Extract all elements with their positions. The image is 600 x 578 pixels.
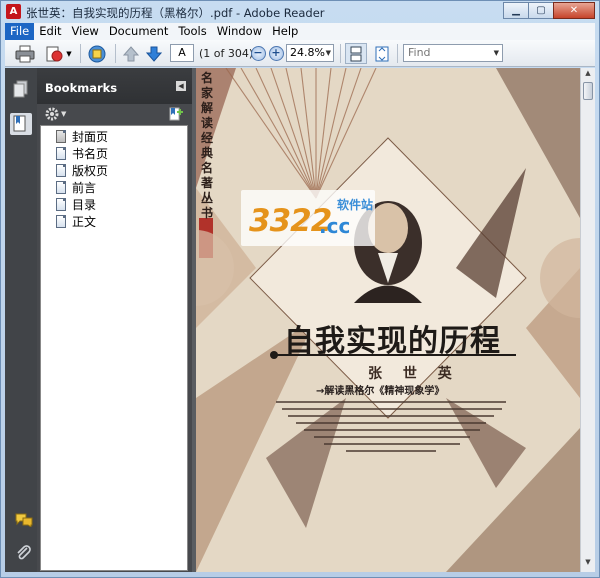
maximize-button[interactable]: ▢ xyxy=(528,2,554,19)
next-page-button[interactable] xyxy=(144,43,164,64)
previous-page-button[interactable] xyxy=(121,43,141,64)
app-window: A 张世英：自我实现的历程（黑格尔）.pdf - Adobe Reader ▁ … xyxy=(0,0,600,578)
bookmarks-toolbar: ▼ xyxy=(37,104,192,126)
window-controls: ▁ ▢ ✕ xyxy=(503,2,595,19)
gear-icon xyxy=(45,107,59,121)
print-button[interactable] xyxy=(13,43,37,64)
bookmark-item[interactable]: 正文 xyxy=(56,213,96,230)
watermark-site-name: 软件站 xyxy=(337,198,374,212)
adobe-reader-icon: A xyxy=(6,4,21,19)
bookmark-item[interactable]: 封面页 xyxy=(56,128,108,145)
close-icon: ✕ xyxy=(569,5,579,16)
share-dropdown-icon: ▼ xyxy=(66,49,72,58)
zoom-select[interactable]: 24.8% ▼ xyxy=(286,44,334,62)
navigation-strip xyxy=(5,68,37,572)
document-view[interactable]: 名家解读经典名著丛书 3322 .cc 软件站 自我实现的历程 张 世 英 →解… xyxy=(196,68,580,572)
pages-panel-button[interactable] xyxy=(13,80,29,98)
fit-window-button[interactable] xyxy=(372,43,392,64)
new-bookmark-icon xyxy=(169,107,183,121)
bookmark-label: 目录 xyxy=(72,198,97,212)
collaborate-icon xyxy=(88,45,106,62)
cover-series: 名家解读经典名著丛书 xyxy=(201,71,214,220)
bookmark-item[interactable]: 前言 xyxy=(56,179,96,196)
bookmarks-panel-button[interactable] xyxy=(10,113,32,135)
scrollbar-thumb[interactable] xyxy=(583,82,593,100)
bookmark-label: 版权页 xyxy=(72,164,109,178)
title-bar: A 张世英：自我实现的历程（黑格尔）.pdf - Adobe Reader ▁ … xyxy=(1,1,599,23)
bookmark-page-icon xyxy=(56,215,66,228)
menu-tools[interactable]: Tools xyxy=(173,23,211,40)
bookmark-options-button[interactable]: ▼ xyxy=(45,107,66,121)
bookmark-label: 书名页 xyxy=(72,147,109,161)
cover-subtitle: →解读黑格尔《精神现象学》 xyxy=(316,386,445,397)
bookmark-item[interactable]: 书名页 xyxy=(56,145,108,162)
minimize-button[interactable]: ▁ xyxy=(503,2,529,19)
bookmark-label: 前言 xyxy=(72,181,97,195)
arrow-up-icon xyxy=(123,45,139,61)
menu-file[interactable]: File xyxy=(5,23,35,40)
chevron-left-icon: ◀ xyxy=(178,82,184,90)
scroll-down-icon[interactable]: ▼ xyxy=(583,558,593,570)
chevron-down-icon: ▼ xyxy=(325,49,331,57)
fit-window-icon xyxy=(375,46,389,61)
pages-icon xyxy=(13,80,28,98)
bookmark-page-icon xyxy=(56,130,66,143)
new-bookmark-button[interactable] xyxy=(168,106,184,125)
menu-view[interactable]: View xyxy=(67,23,104,40)
zoom-out-icon: − xyxy=(250,46,266,61)
zoom-in-icon: + xyxy=(268,46,284,61)
bookmark-item[interactable]: 版权页 xyxy=(56,162,108,179)
cover-author: 张 世 英 xyxy=(368,366,460,382)
menu-window[interactable]: Window xyxy=(212,23,267,40)
find-dropdown-icon: ▼ xyxy=(493,49,499,57)
window-title: 张世英：自我实现的历程（黑格尔）.pdf - Adobe Reader xyxy=(26,6,325,20)
arrow-down-icon xyxy=(146,46,162,62)
bookmark-label: 正文 xyxy=(72,215,97,229)
bookmark-page-icon xyxy=(56,181,66,194)
share-icon xyxy=(46,46,63,61)
zoom-value: 24.8% xyxy=(290,46,325,59)
comment-icon xyxy=(15,513,33,528)
bookmarks-list: 封面页 书名页 版权页 前言 目录 正文 xyxy=(40,125,188,571)
zoom-in-button[interactable]: + xyxy=(268,43,284,64)
minimize-icon: ▁ xyxy=(512,5,520,16)
comments-panel-button[interactable] xyxy=(15,513,33,528)
print-icon xyxy=(15,45,35,62)
bookmark-label: 封面页 xyxy=(72,130,109,144)
share-button[interactable]: ▼ xyxy=(43,43,73,64)
maximize-icon: ▢ xyxy=(536,5,546,16)
bookmark-page-icon xyxy=(56,164,66,177)
scroll-mode-icon xyxy=(350,46,362,61)
find-input[interactable]: Find ▼ xyxy=(403,44,503,62)
menu-edit[interactable]: Edit xyxy=(34,23,66,40)
bookmark-panel-icon xyxy=(13,115,26,132)
menu-help[interactable]: Help xyxy=(267,23,303,40)
find-placeholder: Find xyxy=(408,46,431,59)
menu-bar: File Edit View Document Tools Window Hel… xyxy=(5,23,595,40)
options-dropdown-icon: ▼ xyxy=(61,110,67,118)
attachments-panel-button[interactable] xyxy=(15,545,33,560)
watermark-domain: .cc xyxy=(319,214,351,238)
zoom-out-button[interactable]: − xyxy=(250,43,266,64)
page-number-input[interactable]: A xyxy=(170,44,194,62)
paperclip-icon xyxy=(17,545,31,560)
menu-document[interactable]: Document xyxy=(104,23,174,40)
bookmarks-panel: Bookmarks ◀ ▼ 封面页 书名页 版权页 前言 目录 正文 xyxy=(37,68,192,572)
bookmark-item[interactable]: 目录 xyxy=(56,196,96,213)
scroll-up-icon[interactable]: ▲ xyxy=(583,69,593,81)
page-count: (1 of 304) xyxy=(199,47,254,60)
vertical-scrollbar[interactable]: ▲ ▼ xyxy=(580,68,595,572)
site-watermark: 3322 .cc 软件站 xyxy=(241,190,375,246)
bookmarks-title: Bookmarks xyxy=(45,81,118,95)
collaborate-button[interactable] xyxy=(85,43,109,64)
toolbar: ▼ A (1 of 304) − + 24.8% ▼ Find ▼ xyxy=(5,40,595,67)
bookmark-page-icon xyxy=(56,147,66,160)
bookmarks-header: Bookmarks ◀ xyxy=(37,68,192,104)
collapse-panel-button[interactable]: ◀ xyxy=(176,81,186,91)
cover-title: 自我实现的历程 xyxy=(284,324,501,359)
bookmark-page-icon xyxy=(56,198,66,211)
scrolling-mode-button[interactable] xyxy=(345,43,367,64)
close-button[interactable]: ✕ xyxy=(553,2,595,19)
